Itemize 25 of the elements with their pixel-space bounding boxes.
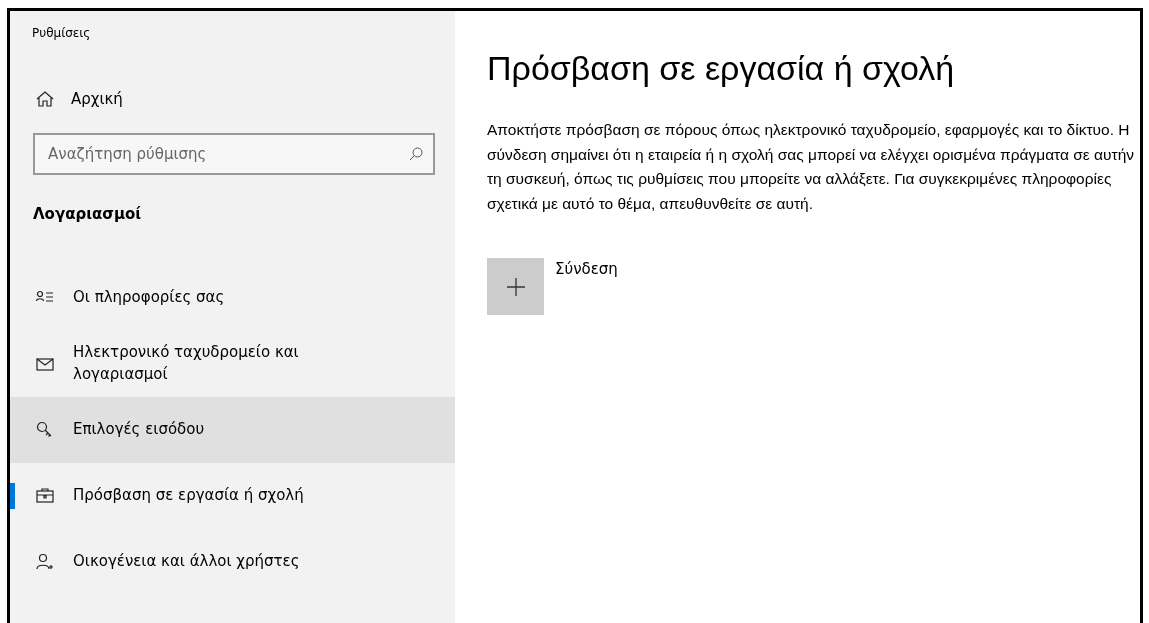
person-add-icon (36, 553, 54, 571)
briefcase-icon (36, 487, 54, 505)
nav-label: Επιλογές εισόδου (73, 419, 205, 441)
nav-item[interactable]: Πρόσβαση σε εργασία ή σχολή (10, 463, 455, 529)
nav-item[interactable]: Επιλογές εισόδου (10, 397, 455, 463)
nav-item[interactable]: Οι πληροφορίες σας (10, 265, 455, 331)
nav-label: Οικογένεια και άλλοι χρήστες (73, 551, 300, 573)
page-title: Πρόσβαση σε εργασία ή σχολή (487, 49, 956, 88)
section-heading: Λογαριασμοί (32, 204, 143, 225)
nav-item[interactable]: Ηλεκτρονικό ταχυδρομείο και λογαριασμοί (10, 331, 455, 397)
nav-item[interactable]: Οικογένεια και άλλοι χρήστες (10, 529, 455, 595)
key-icon (36, 421, 54, 439)
connect-label: Σύνδεση (555, 260, 618, 278)
search-icon (409, 147, 423, 161)
nav-label: Πρόσβαση σε εργασία ή σχολή (73, 485, 304, 507)
nav-label: Ηλεκτρονικό ταχυδρομείο και λογαριασμοί (73, 342, 300, 385)
home-link[interactable]: Αρχική (10, 75, 455, 123)
home-icon (36, 90, 54, 108)
connect-button[interactable] (487, 258, 544, 315)
mail-icon (36, 355, 54, 373)
description: Αποκτήστε πρόσβαση σε πόρους όπως ηλεκτρονικό ταχυδρομείο, εφαρμογές και το δίκτυο. Η σύνδεση σημαίνει ότι η εταιρεία ή η σχολή σας μπορεί να ελέγχει ορισμένα πράγματα σε αυτήν τη συσκευή, όπως τις ρυθμίσεις που μπορείτε να αλλάξετε. Για συγκεκριμένες πληροφορίες σχετικά με αυτό το θέμα, απευθυνθείτε σε αυτή. (487, 120, 1135, 214)
nav-label: Οι πληροφορίες σας (73, 287, 225, 309)
search-field[interactable]: Αναζήτηση ρύθμισης (33, 133, 435, 175)
plus-icon (506, 277, 525, 296)
window-title: Ρυθμίσεις (31, 25, 92, 42)
